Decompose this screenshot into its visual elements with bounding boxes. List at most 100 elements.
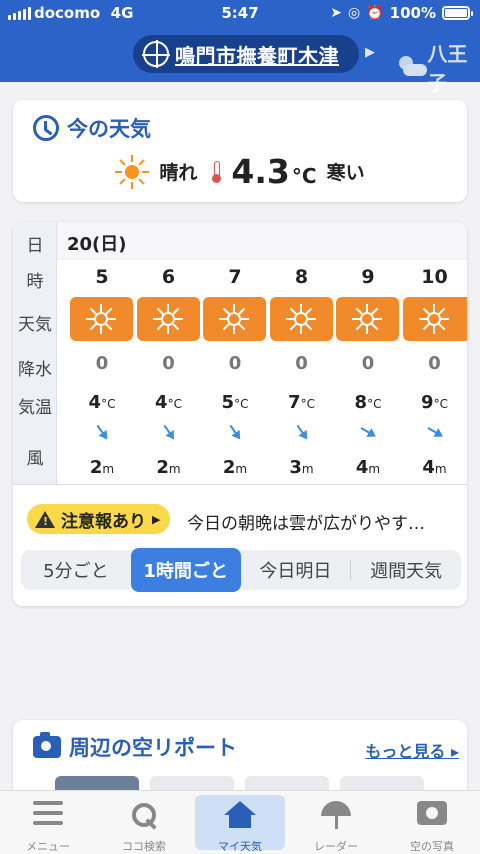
hour-wind: 2m (156, 457, 181, 478)
weather-box-partial (457, 297, 467, 341)
row-labels: 日 時 天気 降水 気温 風 (13, 222, 57, 484)
cloudy-icon (397, 56, 427, 78)
search-icon (130, 801, 158, 829)
label-wind: 風 (26, 449, 44, 469)
chevron-right-icon: ▶ (152, 512, 161, 526)
alert-badge-button[interactable]: ! 注意報あり ▶ (27, 504, 171, 534)
hour-column[interactable]: 6 0 4°C 2m (136, 222, 202, 484)
hour-precip: 0 (428, 353, 441, 374)
app-header: docomo 4G 5:47 ➤ ◎ ⏰ 100% 鳴門市撫養町木津 ▶ 八王子 (0, 0, 480, 95)
location-name: 鳴門市撫養町木津 (175, 43, 339, 68)
thermometer-icon (211, 160, 222, 183)
current-weather-title: 今の天気 (33, 113, 151, 143)
hour-wind: 2m (222, 457, 248, 478)
sun-icon (352, 304, 382, 334)
alert-text[interactable]: 今日の朝晩は雲が広がりやす… (187, 509, 425, 534)
hour-temp: 9°C (421, 392, 448, 413)
label-hour: 時 (26, 272, 44, 292)
hour-temp: 4°C (88, 392, 116, 413)
hour-weather-box (136, 297, 200, 341)
hour-label: 5 (95, 266, 109, 288)
sun-icon (418, 304, 449, 334)
label-weather: 天気 (18, 315, 52, 335)
sun-icon (86, 304, 116, 334)
camera-icon (417, 801, 447, 825)
wind-direction-icon (357, 421, 379, 443)
hour-column[interactable]: 5 0 4°C 2m (69, 222, 135, 484)
hour-precip: 0 (361, 353, 375, 374)
menu-icon (33, 801, 63, 825)
bottom-nav: メニュー ココ検索 マイ天気 レーダー 空の写真 (0, 790, 480, 854)
hour-wind: 2m (89, 457, 115, 478)
hour-label: 6 (161, 266, 176, 288)
hour-weather-box (70, 297, 133, 341)
hour-precip: 0 (162, 353, 175, 374)
tab-weekly[interactable]: 週間天気 (351, 550, 461, 590)
current-location-button[interactable]: 鳴門市撫養町木津 (133, 35, 359, 73)
wind-direction-icon (424, 421, 446, 443)
home-icon (224, 801, 256, 829)
next-location-button[interactable]: 八王子 (397, 38, 480, 96)
current-temperature: 4.3 (231, 152, 290, 191)
camera-icon (33, 732, 61, 758)
nav-menu[interactable]: メニュー (0, 791, 96, 854)
forecast-range-tabs: 5分ごと 1時間ごと 今日明日 週間天気 (21, 548, 461, 592)
hour-precip: 0 (95, 353, 109, 374)
tab-today-tomorrow[interactable]: 今日明日 (241, 550, 351, 590)
warning-icon: ! (35, 510, 55, 528)
hour-temp: 8°C (354, 392, 382, 413)
label-temp: 気温 (18, 398, 52, 418)
nav-radar[interactable]: レーダー (288, 791, 384, 854)
hour-temp: 4°C (155, 392, 182, 413)
nav-sky-photos[interactable]: 空の写真 (384, 791, 480, 854)
hour-precip: 0 (228, 353, 242, 374)
next-location-name: 八王子 (427, 42, 468, 95)
battery-icon (442, 6, 473, 20)
nav-my-weather[interactable]: マイ天気 (192, 791, 288, 854)
label-precip: 降水 (18, 360, 52, 380)
wind-direction-icon (224, 421, 246, 443)
tab-5min[interactable]: 5分ごと (21, 550, 131, 590)
alarm-icon: ⏰ (366, 5, 384, 21)
location-target-icon (142, 40, 170, 68)
hour-label: 8 (294, 266, 309, 288)
current-weather-card[interactable]: 今の天気 晴れ 4.3 °C 寒い (13, 100, 467, 202)
sun-icon (152, 304, 183, 334)
hour-weather-box (269, 297, 333, 341)
sun-icon (115, 154, 150, 189)
hour-column[interactable]: 7 0 5°C 2m (202, 222, 268, 484)
feel-text: 寒い (326, 162, 365, 184)
hour-wind: 4m (355, 457, 381, 478)
hour-column[interactable]: 10 0 9°C 4m (402, 222, 468, 484)
hour-column[interactable]: 9 0 8°C 4m (335, 222, 401, 484)
hourly-forecast-card: 日 時 天気 降水 気温 風 20(日) 5 0 4°C 2m 6 0 4°C 2m 7 0 5°C… (13, 222, 467, 606)
label-day: 日 (26, 236, 44, 256)
wind-direction-icon (91, 421, 113, 443)
hour-temp: 7°C (288, 392, 315, 413)
alert-label: 注意報あり (61, 511, 146, 532)
wind-direction-icon (290, 421, 312, 443)
hour-label: 9 (361, 266, 375, 288)
hour-weather-box (203, 297, 266, 341)
sun-icon (219, 304, 249, 334)
lock-rotation-icon: ◎ (348, 5, 361, 21)
radar-icon (321, 801, 351, 829)
hour-label: 10 (421, 266, 448, 288)
nav-search[interactable]: ココ検索 (96, 791, 192, 854)
battery-percent: 100% (389, 4, 436, 22)
hour-wind: 3m (289, 457, 314, 478)
hour-wind: 4m (422, 457, 447, 478)
sun-icon (285, 304, 316, 334)
current-weather-text: 晴れ (159, 162, 198, 184)
hour-weather-box (336, 297, 399, 341)
clock-icon (33, 115, 59, 141)
wind-direction-icon (157, 421, 179, 443)
see-more-link[interactable]: もっと見る ▸ (365, 738, 459, 762)
hour-temp: 5°C (221, 392, 249, 413)
hour-column[interactable]: 8 0 7°C 3m (269, 222, 335, 484)
next-location-arrow-icon[interactable]: ▶ (365, 45, 375, 60)
tab-hourly[interactable]: 1時間ごと (130, 548, 241, 592)
temperature-unit: °C (291, 164, 317, 188)
hour-label: 7 (228, 266, 242, 288)
sky-report-title: 周辺の空リポート (33, 732, 237, 762)
